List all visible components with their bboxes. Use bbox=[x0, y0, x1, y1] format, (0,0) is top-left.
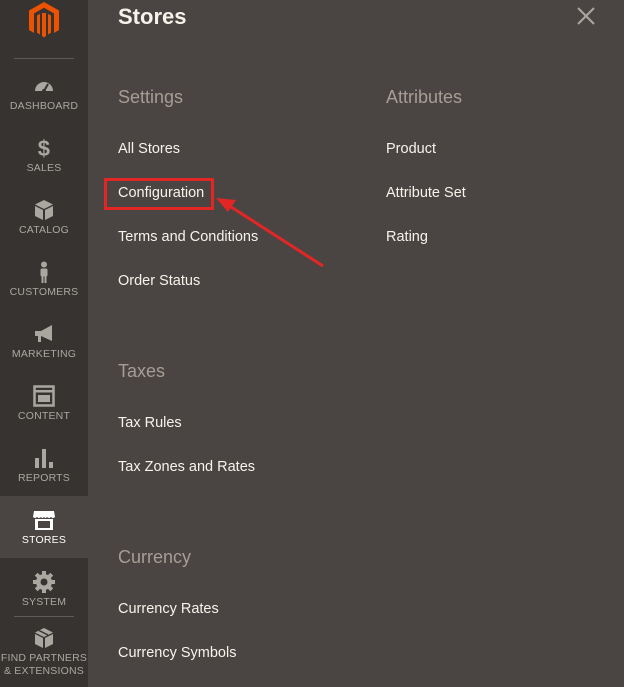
taxes-group-title: Taxes bbox=[118, 361, 166, 381]
attributes-group-title: Attributes bbox=[386, 87, 463, 107]
storefront-icon bbox=[33, 511, 55, 530]
admin-sidebar: DASHBOARD $ SALES CATALOG CUSTOMERS MARK… bbox=[0, 0, 88, 687]
nav-item-system[interactable]: SYSTEM bbox=[0, 558, 88, 620]
nav-label: SALES bbox=[26, 162, 62, 174]
svg-text:$: $ bbox=[38, 136, 50, 160]
menu-link-order-status[interactable]: Order Status bbox=[118, 273, 200, 289]
menu-link-attribute-set[interactable]: Attribute Set bbox=[386, 185, 466, 201]
nav-divider bbox=[14, 616, 74, 617]
nav-label: CONTENT bbox=[17, 410, 71, 422]
panel-title: Stores bbox=[118, 4, 187, 29]
nav-label: REPORTS bbox=[18, 472, 70, 484]
nav-label: STORES bbox=[21, 534, 67, 546]
nav-item-reports[interactable]: REPORTS bbox=[0, 434, 88, 496]
nav-label: CUSTOMERS bbox=[9, 286, 79, 298]
currency-group-title: Currency bbox=[118, 547, 192, 567]
nav-item-customers[interactable]: CUSTOMERS bbox=[0, 248, 88, 310]
cube-icon bbox=[35, 200, 53, 220]
magento-logo-icon[interactable] bbox=[25, 0, 63, 38]
dollar-icon: $ bbox=[38, 136, 50, 160]
menu-link-terms-and-conditions[interactable]: Terms and Conditions bbox=[118, 229, 258, 245]
nav-item-dashboard[interactable]: DASHBOARD bbox=[0, 62, 88, 124]
nav-item-catalog[interactable]: CATALOG bbox=[0, 186, 88, 248]
annotation-arrow-icon bbox=[216, 198, 324, 268]
menu-link-currency-symbols[interactable]: Currency Symbols bbox=[118, 645, 236, 661]
megaphone-icon bbox=[35, 325, 52, 342]
menu-link-tax-rules[interactable]: Tax Rules bbox=[118, 415, 182, 431]
menu-link-all-stores[interactable]: All Stores bbox=[118, 141, 180, 157]
nav-item-stores[interactable]: STORES bbox=[0, 496, 88, 558]
settings-group-title: Settings bbox=[118, 87, 184, 107]
layout-icon bbox=[33, 385, 55, 407]
bar-chart-icon bbox=[35, 449, 53, 468]
nav-item-marketing[interactable]: MARKETING bbox=[0, 310, 88, 372]
menu-link-rating[interactable]: Rating bbox=[386, 229, 428, 245]
configuration-highlight-box bbox=[104, 178, 214, 210]
dashboard-icon bbox=[35, 82, 53, 93]
nav-label: CATALOG bbox=[18, 224, 70, 236]
nav-label: DASHBOARD bbox=[9, 100, 79, 112]
menu-link-product[interactable]: Product bbox=[386, 141, 436, 157]
nav-item-find-partners[interactable]: FIND PARTNERS & EXTENSIONS bbox=[0, 620, 88, 687]
menu-link-tax-zones-and-rates[interactable]: Tax Zones and Rates bbox=[118, 459, 255, 475]
blocks-icon bbox=[35, 628, 53, 648]
nav-item-sales[interactable]: $ SALES bbox=[0, 124, 88, 186]
menu-link-currency-rates[interactable]: Currency Rates bbox=[118, 601, 219, 617]
nav-item-content[interactable]: CONTENT bbox=[0, 372, 88, 434]
nav-label: SYSTEM bbox=[21, 596, 67, 608]
nav-label: FIND PARTNERS bbox=[0, 652, 88, 664]
person-icon bbox=[40, 261, 48, 283]
nav-label: MARKETING bbox=[11, 348, 77, 360]
close-icon[interactable] bbox=[574, 4, 598, 28]
gear-icon bbox=[33, 571, 55, 593]
nav-label: & EXTENSIONS bbox=[3, 665, 84, 677]
logo-divider bbox=[14, 58, 74, 59]
